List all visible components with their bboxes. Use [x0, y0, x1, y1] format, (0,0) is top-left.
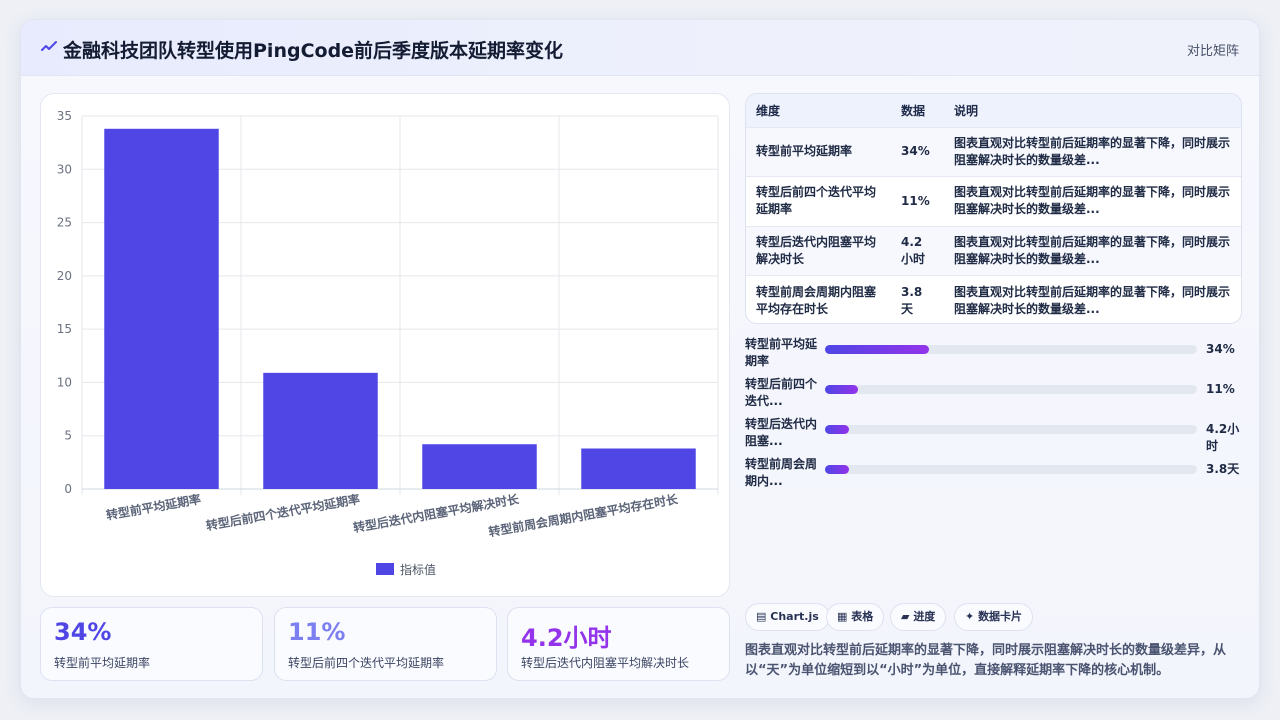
progress-fill: [825, 465, 850, 474]
bar: [263, 372, 378, 489]
kpi-label: 转型前平均延期率: [54, 656, 151, 670]
progress-fill: [825, 345, 930, 354]
y-tick-label: 5: [64, 429, 72, 443]
bar-chart: 05101520253035转型前平均延期率 转型后前四个迭代平均延期率转型后迭代…: [57, 109, 719, 577]
y-tick-label: 0: [64, 482, 72, 496]
sparkle-icon: ✦: [965, 610, 975, 623]
table-icon: ▦: [837, 610, 848, 623]
page-title: 金融科技团队转型使用PingCode前后季度版本延期率变化: [63, 40, 564, 62]
progress-label: 转型后迭代内阻塞...: [745, 417, 818, 448]
legend-label: 指标值: [400, 562, 436, 577]
bar-chart-panel: 0 5 10 15 20 25 30 35 转型前平均延期率 转型后前四个迭代平均延期率 转型后迭代…: [40, 93, 730, 597]
table-cell-data: 11%: [901, 193, 930, 208]
tag-data-card[interactable]: ✦ 数据卡片: [954, 603, 1034, 631]
bar: [104, 128, 219, 489]
kpi-value: 4.2小时: [521, 624, 612, 652]
kpi-value: 34%: [54, 618, 112, 646]
data-table: 维度 数据 说明 转型前平均延期率 34% 图表直观对比转型前后延期率的显著下降…: [746, 94, 1241, 323]
table-cell-description: 图表直观对比转型前后延期率的显著下降，同时展示阻塞解决时长的数量级差...: [954, 185, 1231, 217]
tag-label: 表格: [851, 610, 874, 623]
tag-label: Chart.js: [770, 610, 819, 623]
table-cell-description: 图表直观对比转型前后延期率的显著下降，同时展示阻塞解决时长的数量级差...: [954, 234, 1231, 266]
progress-row: 转型前平均延期率 34%: [745, 336, 1245, 376]
progress-label: 转型后前四个迭代...: [745, 377, 818, 408]
kpi-card: 34% 转型前平均延期率: [40, 607, 263, 681]
header: 金融科技团队转型使用PingCode前后季度版本延期率变化 对比矩阵: [21, 20, 1259, 76]
progress-icon: ▰: [901, 610, 910, 623]
y-tick-label: 25: [57, 216, 72, 230]
y-tick-label: 20: [57, 269, 72, 283]
table-cell-description: 图表直观对比转型前后延期率的显著下降，同时展示阻塞解决时长的数量级差...: [954, 284, 1231, 316]
column-header-data: 数据: [901, 103, 926, 118]
table-row: 转型前平均延期率 34% 图表直观对比转型前后延期率的显著下降，同时展示阻塞解决…: [746, 127, 1241, 177]
table-cell-dimension: 转型前周会周期内阻塞平均存在时长: [756, 284, 877, 316]
x-tick-label: 转型后前四个迭代平均延期率: [205, 491, 361, 533]
kpi-label: 转型后迭代内阻塞平均解决时长: [521, 656, 690, 670]
table-cell-data: 34%: [901, 144, 930, 159]
progress-label: 转型前平均延期率: [745, 337, 818, 368]
progress-track: [825, 465, 1197, 474]
progress-row: 转型前周会周期内... 3.8天: [745, 456, 1245, 496]
sparkline-icon: [41, 41, 57, 51]
progress-value: 3.8天: [1206, 462, 1240, 476]
y-tick-label: 30: [57, 162, 72, 176]
column-header-dimension: 维度: [756, 103, 781, 118]
progress-track: [825, 425, 1197, 434]
tag-label: 数据卡片: [978, 610, 1023, 623]
view-label[interactable]: 对比矩阵: [1187, 40, 1239, 59]
x-tick-label: 转型前平均延期率: [105, 491, 202, 522]
kpi-card: 11% 转型后前四个迭代平均延期率: [274, 607, 497, 681]
table-cell-description: 图表直观对比转型前后延期率的显著下降，同时展示阻塞解决时长的数量级差...: [954, 135, 1231, 167]
table-cell-dimension: 转型后前四个迭代平均延期率: [756, 185, 877, 217]
progress-track: [825, 385, 1197, 394]
progress-track: [825, 345, 1197, 354]
progress-value: 11%: [1206, 382, 1235, 396]
progress-fill: [825, 385, 859, 394]
table-header-row: 维度 数据 说明: [746, 94, 1241, 127]
progress-value: 34%: [1206, 342, 1235, 356]
table-row: 转型后前四个迭代平均延期率 11% 图表直观对比转型前后延期率的显著下降，同时展…: [746, 176, 1241, 226]
legend-swatch: [376, 563, 394, 575]
column-header-description: 说明: [954, 103, 979, 118]
table-row: 转型前周会周期内阻塞平均存在时长 3.8天 图表直观对比转型前后延期率的显著下降…: [746, 275, 1241, 323]
table-cell-dimension: 转型后迭代内阻塞平均解决时长: [756, 234, 877, 266]
progress-list: 转型前平均延期率 34% 转型后前四个迭代... 11% 转型后迭代内阻塞...…: [745, 336, 1245, 496]
y-tick-label: 15: [57, 322, 72, 336]
table-cell-data: 3.8天: [901, 284, 923, 316]
tag-table[interactable]: ▦ 表格: [826, 603, 885, 631]
dashboard-card: 金融科技团队转型使用PingCode前后季度版本延期率变化 对比矩阵 0 5 10 1…: [20, 19, 1260, 699]
table-row: 转型后迭代内阻塞平均解决时长 4.2小时 图表直观对比转型前后延期率的显著下降，…: [746, 226, 1241, 276]
data-table-panel: 维度 数据 说明 转型前平均延期率 34% 图表直观对比转型前后延期率的显著下降…: [745, 93, 1242, 324]
progress-row: 转型后前四个迭代... 11%: [745, 376, 1245, 416]
y-tick-label: 35: [57, 109, 72, 123]
kpi-value: 11%: [288, 618, 346, 646]
kpi-card: 4.2小时 转型后迭代内阻塞平均解决时长: [507, 607, 730, 681]
bar: [422, 444, 537, 489]
chart-description: 图表直观对比转型前后延期率的显著下降，同时展示阻塞解决时长的数量级差异，从以“天…: [745, 643, 1227, 678]
bar: [581, 448, 696, 489]
table-cell-dimension: 转型前平均延期率: [756, 144, 853, 159]
chart-icon: ▤: [756, 610, 767, 623]
y-tick-label: 10: [57, 375, 72, 389]
tag-label: 进度: [913, 610, 936, 623]
progress-label: 转型前周会周期内...: [745, 457, 818, 488]
tag-chartjs[interactable]: ▤ Chart.js: [745, 603, 830, 631]
progress-value: 4.2小时: [1206, 422, 1240, 453]
progress-fill: [825, 425, 850, 434]
kpi-label: 转型后前四个迭代平均延期率: [288, 656, 445, 670]
tag-progress[interactable]: ▰ 进度: [890, 603, 947, 631]
progress-row: 转型后迭代内阻塞... 4.2小时: [745, 416, 1245, 456]
table-cell-data: 4.2小时: [901, 234, 926, 266]
